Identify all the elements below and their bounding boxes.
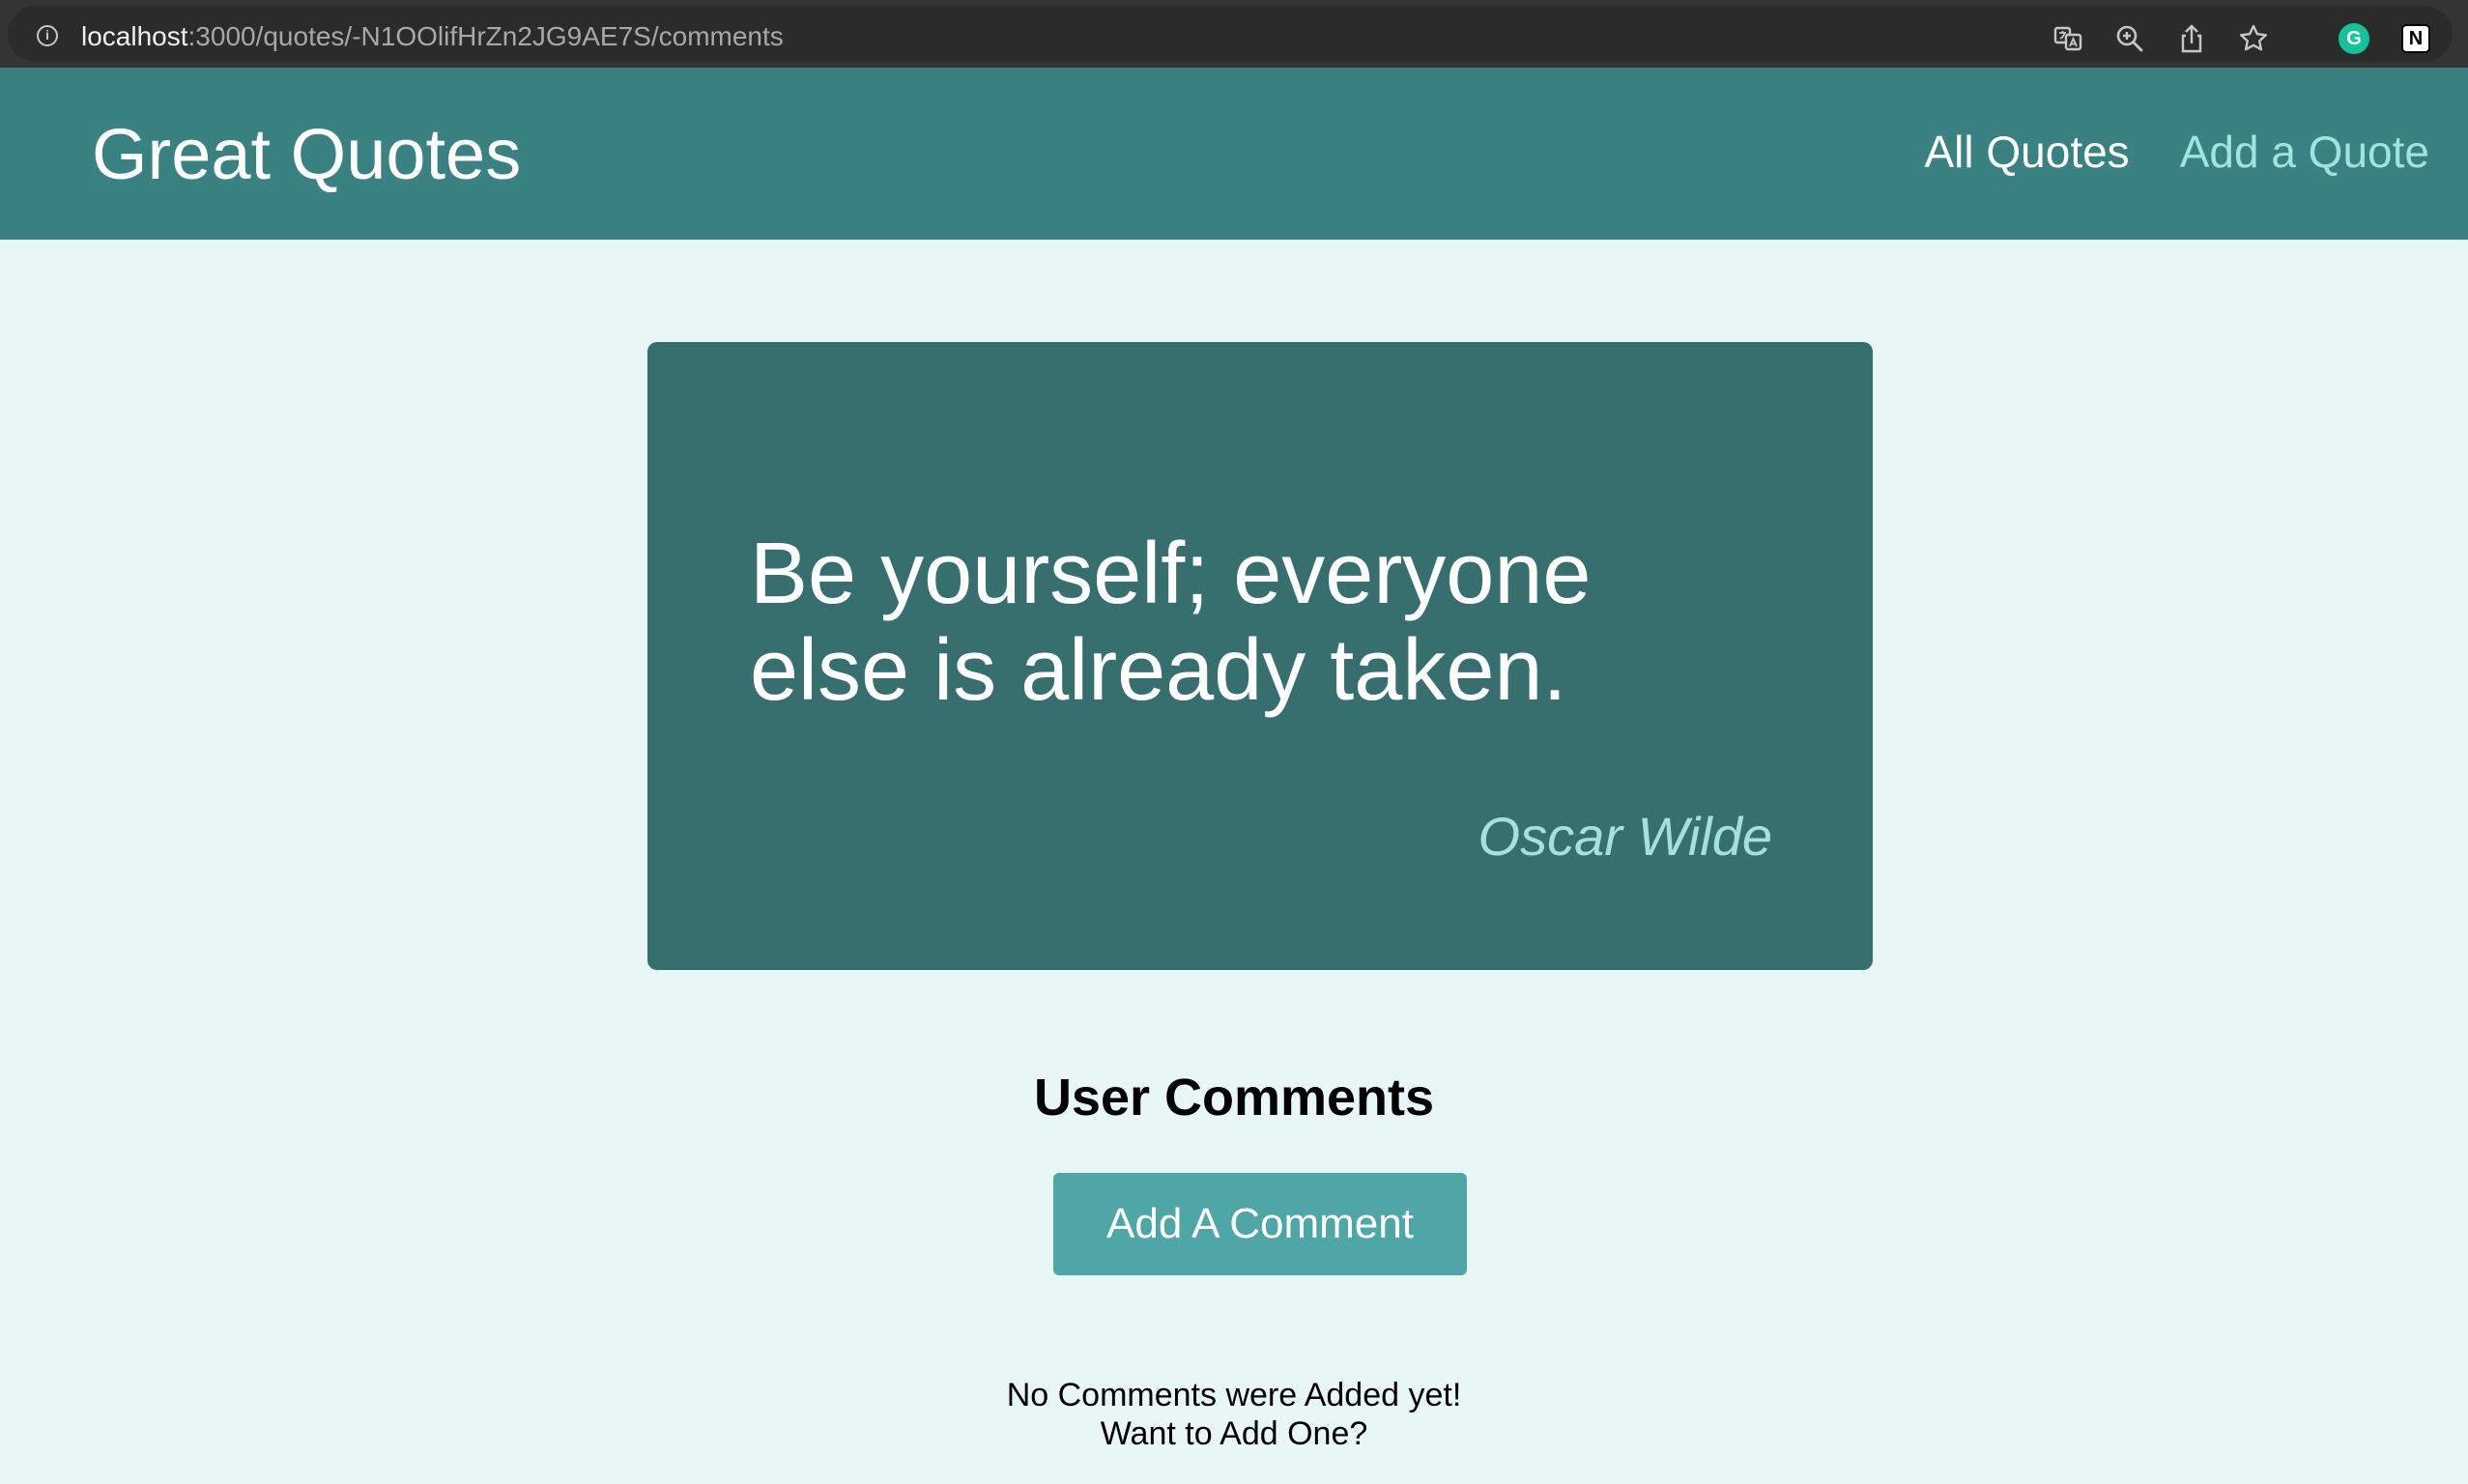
- bookmark-star-icon[interactable]: [2236, 21, 2271, 56]
- empty-comments-message: No Comments were Added yet! Want to Add …: [0, 1376, 2468, 1453]
- notion-extension-icon[interactable]: N: [2398, 21, 2433, 56]
- app-header: Great Quotes All Quotes Add a Quote: [0, 68, 2468, 240]
- zoom-icon[interactable]: [2112, 21, 2147, 56]
- url-path: :3000/quotes/-N1OOlifHrZn2JG9AE7S/commen…: [187, 21, 784, 51]
- highlighted-quote-card: Be yourself; everyone else is already ta…: [647, 342, 1873, 970]
- site-info-icon[interactable]: i: [37, 25, 58, 46]
- share-icon[interactable]: [2174, 21, 2209, 56]
- url-host: localhost: [81, 21, 188, 51]
- empty-comments-line-2: Want to Add One?: [1100, 1415, 1368, 1452]
- translate-icon[interactable]: [2051, 21, 2085, 56]
- comments-heading: User Comments: [1033, 1069, 1435, 1127]
- grammarly-extension-icon[interactable]: G: [2337, 21, 2371, 56]
- quote-author: Oscar Wilde: [1478, 806, 1772, 867]
- grammarly-logo: G: [2339, 23, 2369, 54]
- address-bar[interactable]: i localhost:3000/quotes/-N1OOlifHrZn2JG9…: [8, 6, 2453, 62]
- nav-all-quotes-link[interactable]: All Quotes: [1924, 126, 2129, 178]
- url-text[interactable]: localhost:3000/quotes/-N1OOlifHrZn2JG9AE…: [81, 20, 784, 53]
- site-logo: Great Quotes: [92, 114, 522, 194]
- main-nav: All Quotes Add a Quote: [1874, 126, 2429, 178]
- nav-add-quote-link[interactable]: Add a Quote: [2180, 126, 2429, 178]
- add-comment-button[interactable]: Add A Comment: [1053, 1173, 1467, 1275]
- browser-toolbar: i localhost:3000/quotes/-N1OOlifHrZn2JG9…: [0, 0, 2468, 68]
- quote-text: Be yourself; everyone else is already ta…: [750, 526, 1592, 719]
- notion-logo: N: [2401, 24, 2430, 53]
- toolbar-icons: G N: [2023, 19, 2433, 58]
- empty-comments-line-1: No Comments were Added yet!: [1006, 1377, 1462, 1413]
